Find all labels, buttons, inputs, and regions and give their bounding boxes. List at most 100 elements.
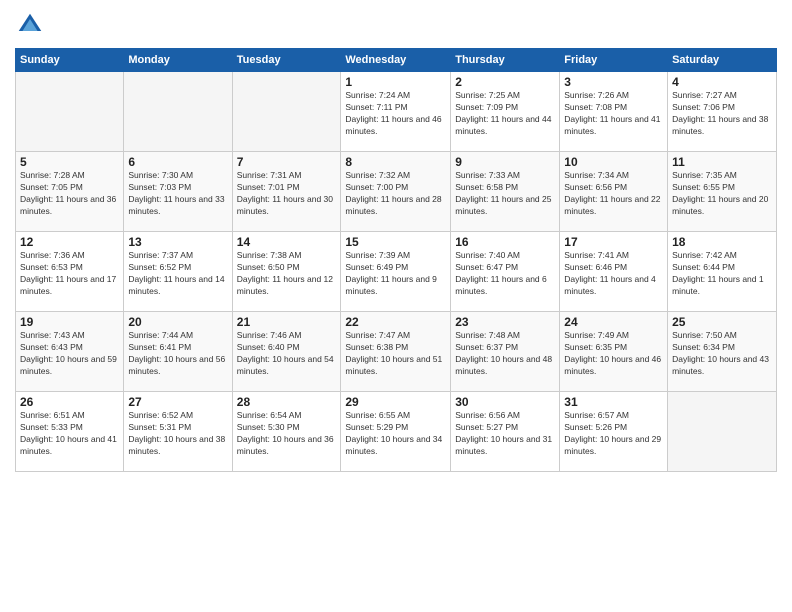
day-info: Sunrise: 7:38 AM Sunset: 6:50 PM Dayligh…: [237, 250, 337, 298]
calendar-cell: 17Sunrise: 7:41 AM Sunset: 6:46 PM Dayli…: [560, 232, 668, 312]
calendar-cell: 19Sunrise: 7:43 AM Sunset: 6:43 PM Dayli…: [16, 312, 124, 392]
day-number: 2: [455, 75, 555, 89]
day-info: Sunrise: 6:54 AM Sunset: 5:30 PM Dayligh…: [237, 410, 337, 458]
day-info: Sunrise: 7:42 AM Sunset: 6:44 PM Dayligh…: [672, 250, 772, 298]
day-number: 8: [345, 155, 446, 169]
day-info: Sunrise: 7:33 AM Sunset: 6:58 PM Dayligh…: [455, 170, 555, 218]
day-info: Sunrise: 6:52 AM Sunset: 5:31 PM Dayligh…: [128, 410, 227, 458]
day-number: 21: [237, 315, 337, 329]
calendar-cell: 2Sunrise: 7:25 AM Sunset: 7:09 PM Daylig…: [451, 72, 560, 152]
calendar-cell: 12Sunrise: 7:36 AM Sunset: 6:53 PM Dayli…: [16, 232, 124, 312]
calendar-cell: 27Sunrise: 6:52 AM Sunset: 5:31 PM Dayli…: [124, 392, 232, 472]
calendar-cell: 18Sunrise: 7:42 AM Sunset: 6:44 PM Dayli…: [668, 232, 777, 312]
calendar-cell: 1Sunrise: 7:24 AM Sunset: 7:11 PM Daylig…: [341, 72, 451, 152]
day-number: 27: [128, 395, 227, 409]
calendar-cell: 4Sunrise: 7:27 AM Sunset: 7:06 PM Daylig…: [668, 72, 777, 152]
day-number: 14: [237, 235, 337, 249]
header: [15, 10, 777, 40]
day-number: 26: [20, 395, 119, 409]
calendar-cell: 31Sunrise: 6:57 AM Sunset: 5:26 PM Dayli…: [560, 392, 668, 472]
day-number: 16: [455, 235, 555, 249]
day-info: Sunrise: 7:40 AM Sunset: 6:47 PM Dayligh…: [455, 250, 555, 298]
day-number: 22: [345, 315, 446, 329]
day-number: 9: [455, 155, 555, 169]
calendar-cell: 22Sunrise: 7:47 AM Sunset: 6:38 PM Dayli…: [341, 312, 451, 392]
weekday-header-saturday: Saturday: [668, 49, 777, 72]
day-number: 24: [564, 315, 663, 329]
day-info: Sunrise: 7:43 AM Sunset: 6:43 PM Dayligh…: [20, 330, 119, 378]
day-number: 7: [237, 155, 337, 169]
day-number: 15: [345, 235, 446, 249]
day-info: Sunrise: 7:35 AM Sunset: 6:55 PM Dayligh…: [672, 170, 772, 218]
day-info: Sunrise: 7:28 AM Sunset: 7:05 PM Dayligh…: [20, 170, 119, 218]
calendar-cell: 21Sunrise: 7:46 AM Sunset: 6:40 PM Dayli…: [232, 312, 341, 392]
day-number: 30: [455, 395, 555, 409]
day-info: Sunrise: 7:25 AM Sunset: 7:09 PM Dayligh…: [455, 90, 555, 138]
calendar-week-3: 12Sunrise: 7:36 AM Sunset: 6:53 PM Dayli…: [16, 232, 777, 312]
day-number: 12: [20, 235, 119, 249]
calendar-cell: 9Sunrise: 7:33 AM Sunset: 6:58 PM Daylig…: [451, 152, 560, 232]
day-number: 5: [20, 155, 119, 169]
weekday-header-thursday: Thursday: [451, 49, 560, 72]
calendar-cell: 6Sunrise: 7:30 AM Sunset: 7:03 PM Daylig…: [124, 152, 232, 232]
day-info: Sunrise: 7:44 AM Sunset: 6:41 PM Dayligh…: [128, 330, 227, 378]
day-info: Sunrise: 7:24 AM Sunset: 7:11 PM Dayligh…: [345, 90, 446, 138]
weekday-header-row: SundayMondayTuesdayWednesdayThursdayFrid…: [16, 49, 777, 72]
day-number: 4: [672, 75, 772, 89]
day-number: 28: [237, 395, 337, 409]
calendar-cell: [16, 72, 124, 152]
day-info: Sunrise: 7:31 AM Sunset: 7:01 PM Dayligh…: [237, 170, 337, 218]
day-number: 17: [564, 235, 663, 249]
day-info: Sunrise: 6:56 AM Sunset: 5:27 PM Dayligh…: [455, 410, 555, 458]
day-number: 25: [672, 315, 772, 329]
day-info: Sunrise: 7:32 AM Sunset: 7:00 PM Dayligh…: [345, 170, 446, 218]
calendar-cell: 8Sunrise: 7:32 AM Sunset: 7:00 PM Daylig…: [341, 152, 451, 232]
day-number: 11: [672, 155, 772, 169]
calendar-cell: [232, 72, 341, 152]
calendar-cell: 11Sunrise: 7:35 AM Sunset: 6:55 PM Dayli…: [668, 152, 777, 232]
calendar-table: SundayMondayTuesdayWednesdayThursdayFrid…: [15, 48, 777, 472]
day-number: 6: [128, 155, 227, 169]
calendar-week-1: 1Sunrise: 7:24 AM Sunset: 7:11 PM Daylig…: [16, 72, 777, 152]
weekday-header-sunday: Sunday: [16, 49, 124, 72]
calendar-cell: [668, 392, 777, 472]
day-info: Sunrise: 7:39 AM Sunset: 6:49 PM Dayligh…: [345, 250, 446, 298]
page: SundayMondayTuesdayWednesdayThursdayFrid…: [0, 0, 792, 612]
calendar-cell: 15Sunrise: 7:39 AM Sunset: 6:49 PM Dayli…: [341, 232, 451, 312]
day-info: Sunrise: 7:47 AM Sunset: 6:38 PM Dayligh…: [345, 330, 446, 378]
day-info: Sunrise: 6:57 AM Sunset: 5:26 PM Dayligh…: [564, 410, 663, 458]
day-info: Sunrise: 7:27 AM Sunset: 7:06 PM Dayligh…: [672, 90, 772, 138]
calendar-cell: 20Sunrise: 7:44 AM Sunset: 6:41 PM Dayli…: [124, 312, 232, 392]
calendar-cell: 14Sunrise: 7:38 AM Sunset: 6:50 PM Dayli…: [232, 232, 341, 312]
day-number: 3: [564, 75, 663, 89]
logo: [15, 10, 49, 40]
calendar-cell: 24Sunrise: 7:49 AM Sunset: 6:35 PM Dayli…: [560, 312, 668, 392]
calendar-cell: 13Sunrise: 7:37 AM Sunset: 6:52 PM Dayli…: [124, 232, 232, 312]
day-number: 23: [455, 315, 555, 329]
day-number: 19: [20, 315, 119, 329]
day-info: Sunrise: 7:37 AM Sunset: 6:52 PM Dayligh…: [128, 250, 227, 298]
weekday-header-friday: Friday: [560, 49, 668, 72]
weekday-header-monday: Monday: [124, 49, 232, 72]
calendar-cell: 29Sunrise: 6:55 AM Sunset: 5:29 PM Dayli…: [341, 392, 451, 472]
day-number: 1: [345, 75, 446, 89]
day-info: Sunrise: 7:50 AM Sunset: 6:34 PM Dayligh…: [672, 330, 772, 378]
logo-icon: [15, 10, 45, 40]
day-info: Sunrise: 7:34 AM Sunset: 6:56 PM Dayligh…: [564, 170, 663, 218]
day-number: 18: [672, 235, 772, 249]
calendar-cell: 7Sunrise: 7:31 AM Sunset: 7:01 PM Daylig…: [232, 152, 341, 232]
weekday-header-tuesday: Tuesday: [232, 49, 341, 72]
day-info: Sunrise: 7:41 AM Sunset: 6:46 PM Dayligh…: [564, 250, 663, 298]
day-info: Sunrise: 7:48 AM Sunset: 6:37 PM Dayligh…: [455, 330, 555, 378]
day-info: Sunrise: 7:46 AM Sunset: 6:40 PM Dayligh…: [237, 330, 337, 378]
day-info: Sunrise: 7:30 AM Sunset: 7:03 PM Dayligh…: [128, 170, 227, 218]
day-number: 31: [564, 395, 663, 409]
calendar-cell: 3Sunrise: 7:26 AM Sunset: 7:08 PM Daylig…: [560, 72, 668, 152]
calendar-cell: 5Sunrise: 7:28 AM Sunset: 7:05 PM Daylig…: [16, 152, 124, 232]
day-number: 13: [128, 235, 227, 249]
calendar-cell: 30Sunrise: 6:56 AM Sunset: 5:27 PM Dayli…: [451, 392, 560, 472]
day-info: Sunrise: 6:55 AM Sunset: 5:29 PM Dayligh…: [345, 410, 446, 458]
day-info: Sunrise: 7:26 AM Sunset: 7:08 PM Dayligh…: [564, 90, 663, 138]
calendar-week-5: 26Sunrise: 6:51 AM Sunset: 5:33 PM Dayli…: [16, 392, 777, 472]
day-number: 20: [128, 315, 227, 329]
